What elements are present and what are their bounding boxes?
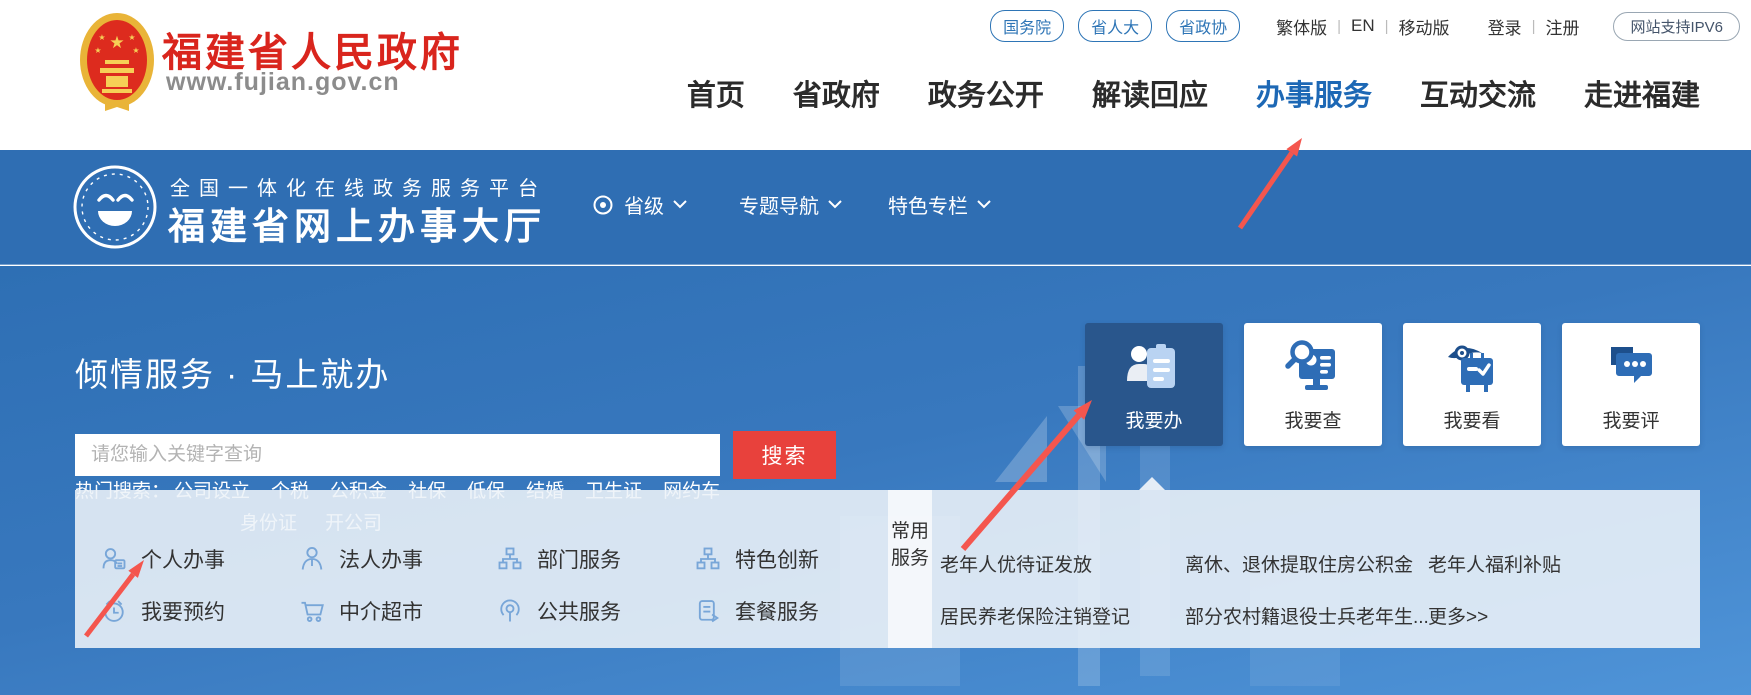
clipboard-person-icon xyxy=(1122,337,1186,401)
search-button[interactable]: 搜索 xyxy=(733,431,836,479)
svg-text:★: ★ xyxy=(109,33,124,52)
banner-menus: 省级 专题导航 特色专栏 xyxy=(592,190,991,219)
menu-item-label: 中介超市 xyxy=(339,596,423,626)
panel-item-featured-innovation[interactable]: 特色创新 xyxy=(694,544,819,574)
topic-nav-menu[interactable]: 专题导航 xyxy=(739,190,842,219)
quick-link-shengzhengxie[interactable]: 省政协 xyxy=(1166,10,1240,42)
card-i-want-to-view[interactable]: 我要看 xyxy=(1403,323,1541,446)
service-link-senior-welfare[interactable]: 老年人福利补贴 xyxy=(1428,550,1561,577)
common-services-label: 常用服务 xyxy=(888,518,932,572)
main-nav: 首页 省政府 政务公开 解读回应 办事服务 互动交流 走进福建 xyxy=(687,72,1700,114)
target-location-icon xyxy=(592,194,614,216)
nav-item-info-disclosure[interactable]: 政务公开 xyxy=(928,72,1044,114)
service-link-senior-card[interactable]: 老年人优待证发放 xyxy=(940,550,1092,577)
site-url: www.fujian.gov.cn xyxy=(166,68,400,97)
services-dropdown-panel: 个人办事 法人办事 部门服务 xyxy=(75,490,1700,648)
fujian-gov-portal-page: ★ ★ ★ ★ ★ 福建省人民政府 www.fujian.gov.cn 国务院 … xyxy=(0,0,1751,695)
login-link[interactable]: 登录 xyxy=(1488,14,1522,39)
lang-en[interactable]: EN xyxy=(1351,16,1375,36)
person-badge-icon xyxy=(100,545,128,573)
service-hall-title: 福建省网上办事大厅 xyxy=(168,196,546,250)
more-link[interactable]: 更多>> xyxy=(1428,602,1488,629)
card-i-want-to-apply[interactable]: 我要办 xyxy=(1085,323,1223,446)
nav-item-services[interactable]: 办事服务 xyxy=(1256,72,1372,114)
nav-item-provincial-gov[interactable]: 省政府 xyxy=(793,72,880,114)
menu-item-label: 个人办事 xyxy=(141,544,225,574)
nav-item-interaction[interactable]: 互动交流 xyxy=(1420,72,1536,114)
panel-caret xyxy=(1139,477,1165,490)
chevron-down-icon xyxy=(977,200,991,209)
org-chart-icon xyxy=(496,545,524,573)
quick-link-guowuyuan[interactable]: 国务院 xyxy=(990,10,1064,42)
menu-item-label: 法人办事 xyxy=(339,544,423,574)
nav-item-interpretation[interactable]: 解读回应 xyxy=(1092,72,1208,114)
panel-item-public-services[interactable]: 公共服务 xyxy=(496,596,621,626)
menu-item-label: 公共服务 xyxy=(537,596,621,626)
header-top-links: 国务院 省人大 省政协 繁体版 | EN | 移动版 登录 | 注册 网站支持I… xyxy=(990,12,1740,40)
nav-item-about-fujian[interactable]: 走进福建 xyxy=(1584,72,1700,114)
service-link-retire-housing-fund[interactable]: 离休、退休提取住房公积金 xyxy=(1185,550,1413,577)
platform-smiley-logo-icon xyxy=(72,164,158,250)
svg-text:★: ★ xyxy=(128,33,135,42)
cityscape-watermark xyxy=(995,416,1047,482)
svg-text:★: ★ xyxy=(98,33,105,42)
chat-bubbles-icon xyxy=(1599,337,1663,401)
nav-item-home[interactable]: 首页 xyxy=(687,72,745,114)
panel-item-department-services[interactable]: 部门服务 xyxy=(496,544,621,574)
card-label: 我要办 xyxy=(1085,406,1223,433)
org-chart-icon xyxy=(694,545,722,573)
card-i-want-to-query[interactable]: 我要查 xyxy=(1244,323,1382,446)
menu-item-label: 特色创新 xyxy=(735,544,819,574)
card-label: 我要看 xyxy=(1403,406,1541,433)
alarm-clock-icon xyxy=(100,597,128,625)
featured-column-menu[interactable]: 特色专栏 xyxy=(888,190,991,219)
person-icon xyxy=(298,545,326,573)
chevron-down-icon xyxy=(828,200,842,209)
search-monitor-icon xyxy=(1281,337,1345,401)
eye-board-icon xyxy=(1440,337,1504,401)
panel-item-package-services[interactable]: 套餐服务 xyxy=(694,596,819,626)
svg-text:★: ★ xyxy=(132,46,139,55)
menu-item-label: 我要预约 xyxy=(141,596,225,626)
ipv6-badge: 网站支持IPV6 xyxy=(1613,12,1740,41)
service-link-pension-deregistration[interactable]: 居民养老保险注销登记 xyxy=(940,602,1130,629)
card-label: 我要评 xyxy=(1562,406,1700,433)
register-link[interactable]: 注册 xyxy=(1545,14,1579,39)
menu-item-label: 套餐服务 xyxy=(735,596,819,626)
separator: | xyxy=(1532,18,1536,35)
service-link-rural-veterans[interactable]: 部分农村籍退役士兵老年生... xyxy=(1185,602,1429,629)
svg-text:★: ★ xyxy=(94,46,101,55)
card-i-want-to-comment[interactable]: 我要评 xyxy=(1562,323,1700,446)
quick-link-shengrenda[interactable]: 省人大 xyxy=(1078,10,1152,42)
platform-banner: 全国一体化在线政务服务平台 福建省网上办事大厅 省级 专题导航 特色专栏 xyxy=(0,150,1751,265)
panel-item-agency-market[interactable]: 中介超市 xyxy=(298,596,423,626)
separator: | xyxy=(1385,18,1389,35)
panel-item-legal-entity-services[interactable]: 法人办事 xyxy=(298,544,423,574)
national-emblem-icon: ★ ★ ★ ★ ★ xyxy=(78,10,156,118)
card-label: 我要查 xyxy=(1244,406,1382,433)
chevron-down-icon xyxy=(673,200,687,209)
site-header: ★ ★ ★ ★ ★ 福建省人民政府 www.fujian.gov.cn 国务院 … xyxy=(0,0,1751,150)
hero-title: 倾情服务 · 马上就办 xyxy=(75,348,390,396)
separator: | xyxy=(1337,18,1341,35)
broadcast-icon xyxy=(496,597,524,625)
panel-item-personal-services[interactable]: 个人办事 xyxy=(100,544,225,574)
shopping-cart-icon xyxy=(298,597,326,625)
search-input[interactable] xyxy=(75,434,720,476)
panel-item-appointment[interactable]: 我要预约 xyxy=(100,596,225,626)
hero-section: 倾情服务 · 马上就办 搜索 热门搜索： 公司设立 个税 公积金 社保 低保 结… xyxy=(0,266,1751,695)
lang-mobile[interactable]: 移动版 xyxy=(1399,14,1450,39)
region-selector[interactable]: 省级 xyxy=(624,190,687,219)
document-icon xyxy=(694,597,722,625)
lang-traditional[interactable]: 繁体版 xyxy=(1276,14,1327,39)
menu-item-label: 部门服务 xyxy=(537,544,621,574)
